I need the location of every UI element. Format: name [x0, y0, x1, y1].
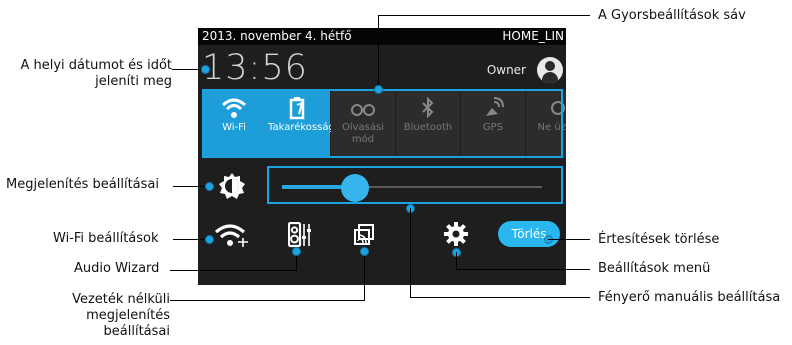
leader-line	[378, 15, 379, 89]
wireless-display-icon	[354, 224, 374, 245]
callout-dot	[205, 235, 214, 244]
callout-dot	[201, 65, 210, 74]
gps-icon	[461, 96, 525, 122]
quick-settings-bar: Wi-Fi Takarékosság Olvasási mód Bluetoot…	[202, 90, 566, 158]
qs-tile-bluetooth[interactable]: Bluetooth	[396, 90, 460, 158]
leader-line	[170, 300, 364, 301]
settings-row: Törlés	[198, 211, 566, 257]
callout-dot	[205, 182, 214, 191]
leader-line	[170, 270, 296, 271]
avatar[interactable]	[537, 57, 563, 83]
qs-tile-power-saver[interactable]: Takarékosság	[266, 90, 335, 158]
qs-label-reading-mode: Olvasási mód	[341, 122, 385, 145]
callout-dot	[360, 247, 369, 256]
qs-label-notifications: Ne üzen	[537, 122, 566, 133]
status-date: 2013. november 4. hétfő	[202, 29, 352, 43]
leader-line	[378, 15, 590, 16]
qs-tile-gps[interactable]: GPS	[461, 90, 525, 158]
qs-label-power-saver: Takarékosság	[268, 122, 335, 133]
callout-wireless-display: Vezeték nélküli megjelenítés beállításai	[72, 292, 170, 339]
callout-audio-wizard: Audio Wizard	[74, 261, 160, 276]
wifi-settings-icon	[214, 224, 248, 247]
power-saver-icon	[266, 96, 330, 122]
leader-line	[364, 251, 365, 301]
callout-date-time: A helyi dátumot és időt jeleníti meg	[20, 58, 172, 89]
leader-line	[410, 297, 590, 298]
callout-display-settings: Megjelenítés beállításai	[6, 177, 160, 192]
callout-brightness-manual: Fényerő manuális beállítása	[598, 290, 781, 305]
leader-line	[410, 208, 411, 297]
callout-settings-menu: Beállítások menü	[598, 261, 711, 276]
qs-tile-notifications[interactable]: Ne üzen	[526, 90, 566, 158]
callout-wifi-settings: Wi-Fi beállítások	[53, 231, 159, 246]
leader-line	[456, 252, 457, 269]
clock: 13:56	[202, 48, 308, 88]
qs-label-gps: GPS	[482, 122, 504, 133]
avatar-head	[545, 61, 555, 71]
status-bar: 2013. november 4. hétfő HOME_LIN	[198, 28, 566, 45]
wifi-icon	[202, 96, 266, 122]
leader-line	[456, 269, 590, 270]
notification-icon	[526, 96, 566, 122]
leader-line	[173, 186, 209, 187]
qs-tile-reading-mode[interactable]: Olvasási mód	[331, 90, 395, 158]
callout-dot	[292, 247, 301, 256]
wifi-settings-button[interactable]	[198, 211, 264, 257]
brightness-slider-thumb[interactable]	[340, 174, 369, 202]
qs-tile-wifi[interactable]: Wi-Fi	[202, 90, 266, 158]
callout-clear-notifications: Értesítések törlése	[598, 232, 720, 247]
user-name[interactable]: Owner	[487, 63, 526, 77]
callout-quick-settings: A Gyorsbeállítások sáv	[598, 8, 746, 23]
avatar-body	[542, 72, 558, 83]
qs-label-bluetooth: Bluetooth	[403, 122, 453, 133]
bluetooth-icon	[396, 96, 460, 122]
leader-line	[173, 239, 209, 240]
glasses-icon	[331, 96, 395, 122]
brightness-row	[198, 162, 566, 210]
audio-wizard-icon	[288, 222, 311, 248]
gear-icon	[444, 222, 468, 246]
brightness-icon[interactable]	[218, 172, 246, 200]
notification-panel: 2013. november 4. hétfő HOME_LIN 13:56 O…	[198, 28, 566, 285]
qs-label-wifi: Wi-Fi	[222, 122, 246, 133]
callout-dot	[374, 85, 383, 94]
leader-line	[548, 239, 590, 240]
status-carrier: HOME_LIN	[502, 29, 564, 43]
